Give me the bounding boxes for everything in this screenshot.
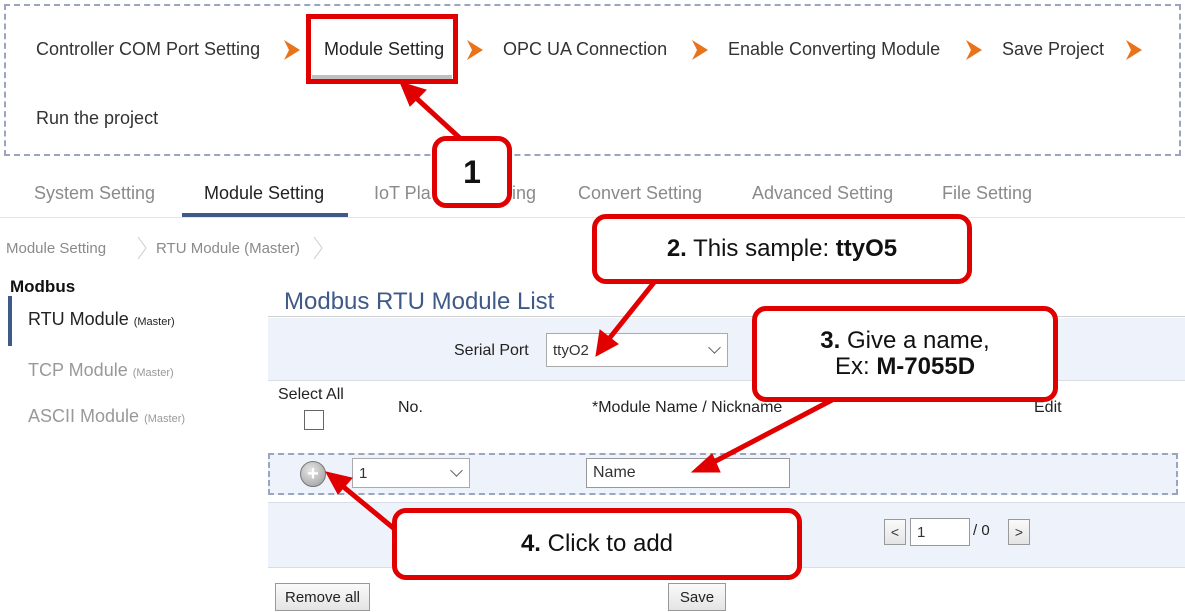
callout-step-1: 1 bbox=[432, 136, 512, 208]
callout-step-3: 3. Give a name, Ex: M-7055D bbox=[752, 306, 1058, 402]
callout-step-2: 2. This sample: ttyO5 bbox=[592, 214, 972, 284]
callout-step-4: 4. Click to add bbox=[392, 508, 802, 580]
